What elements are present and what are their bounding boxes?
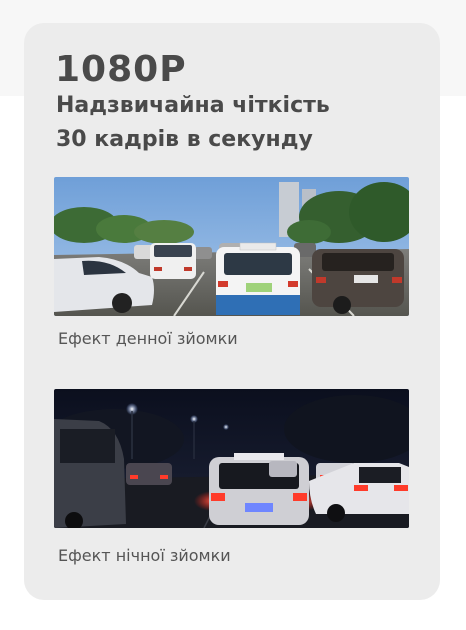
day-footage-caption: Ефект денної зйомки xyxy=(58,329,238,348)
product-feature-page: 1080P Надзвичайна чіткість 30 кадрів в с… xyxy=(0,0,466,630)
subtitle-framerate: 30 кадрів в секунду xyxy=(56,127,313,152)
resolution-headline: 1080P xyxy=(55,49,187,90)
day-footage-image xyxy=(54,177,409,316)
subtitle-clarity: Надзвичайна чіткість xyxy=(56,93,330,118)
night-footage-caption: Ефект нічної зйомки xyxy=(58,546,231,565)
night-footage-image xyxy=(54,389,409,528)
